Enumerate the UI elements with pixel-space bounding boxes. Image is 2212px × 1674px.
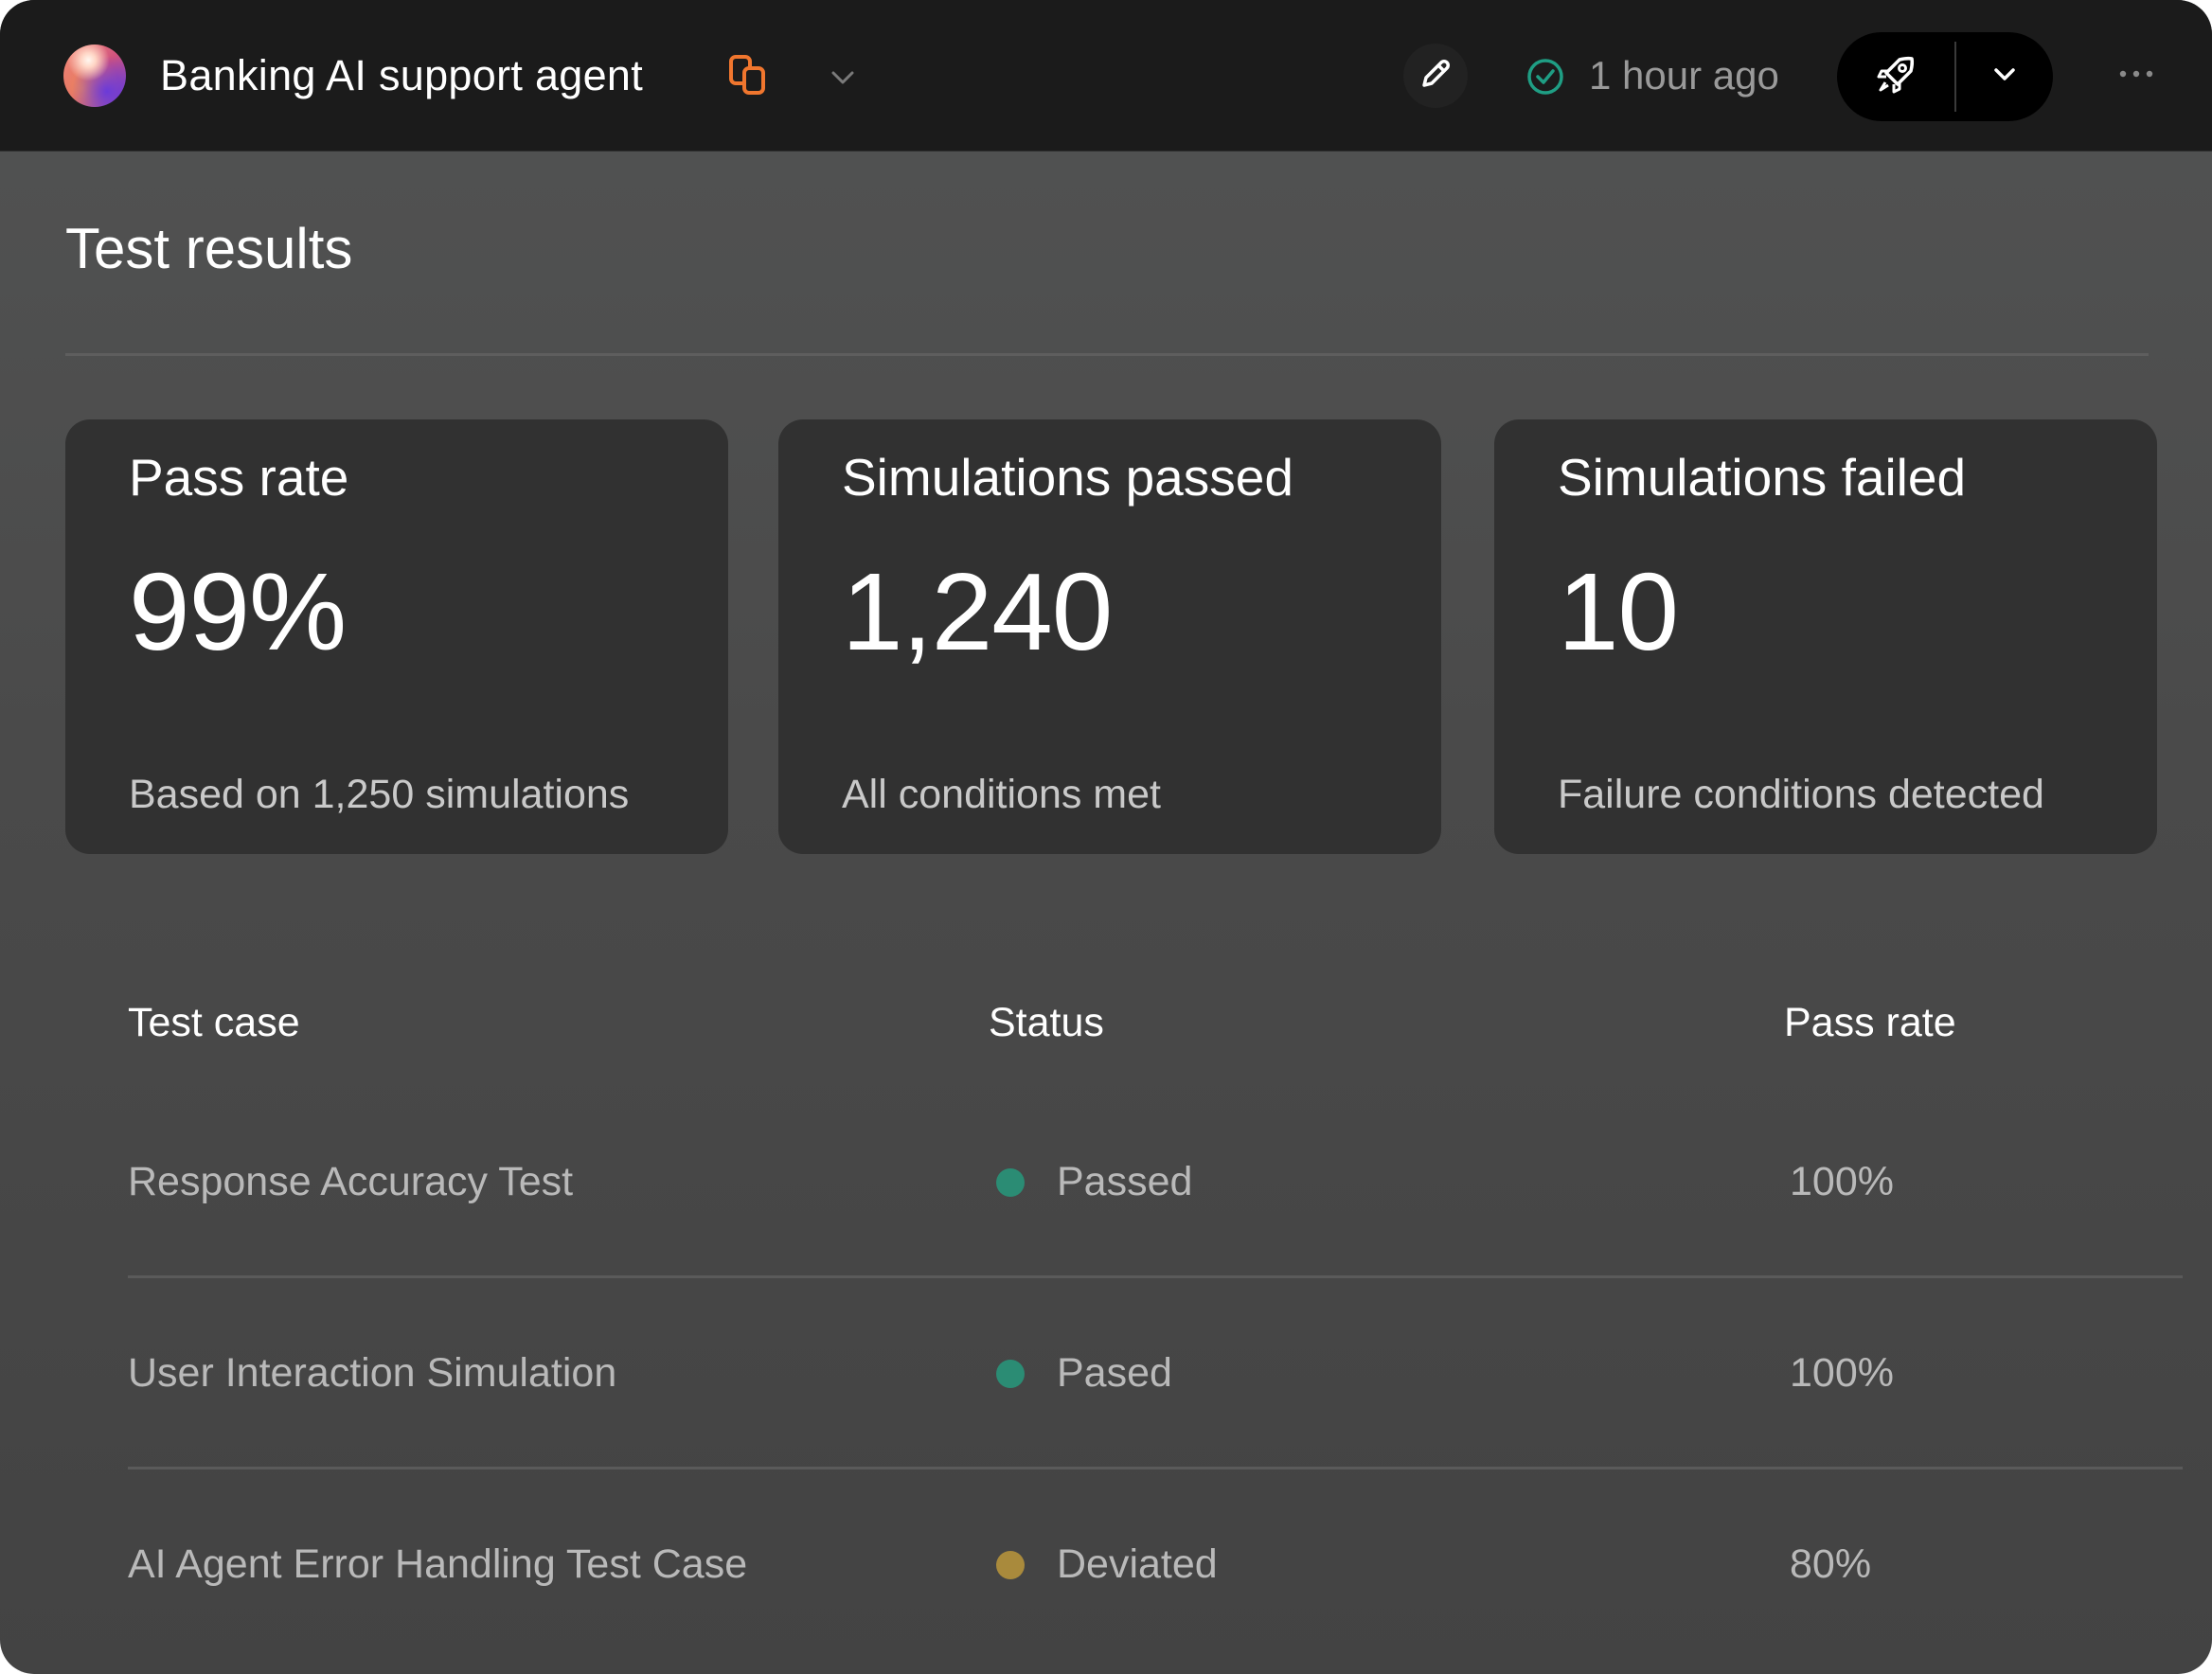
agent-avatar [63,45,126,107]
card-value: 1,240 [842,550,1113,673]
pass-rate-value: 100% [1790,1159,1894,1204]
card-value: 10 [1558,550,1679,673]
status-text: Deviated [1057,1541,1218,1587]
more-options-button[interactable] [2114,53,2159,98]
page-title: Test results [65,217,353,280]
status-dot [996,1551,1025,1579]
card-label: Simulations passed [842,448,1293,507]
table-row[interactable]: Response Accuracy Test Passed 100% [128,1087,2183,1278]
test-case-name: User Interaction Simulation [128,1350,617,1396]
copy-icon[interactable] [725,53,771,98]
stat-card-simulations-passed: Simulations passed 1,240 All conditions … [778,419,1441,854]
deploy-options-button[interactable] [1956,32,2053,121]
last-updated-text: 1 hour ago [1589,53,1779,98]
test-case-name: AI Agent Error Handling Test Case [128,1541,748,1587]
stat-card-simulations-failed: Simulations failed 10 Failure conditions… [1494,419,2157,854]
card-label: Simulations failed [1558,448,1967,507]
edit-button[interactable] [1403,44,1468,108]
deploy-split-button [1837,32,2053,121]
column-header-status[interactable]: Status [989,996,1104,1049]
more-horizontal-icon [2117,67,2155,84]
pass-rate-value: 100% [1790,1350,1894,1396]
status-dot [996,1168,1025,1197]
column-header-pass-rate[interactable]: Pass rate [1784,996,1956,1049]
table-row[interactable]: User Interaction Simulation Pased 100% [128,1278,2183,1469]
chevron-down-icon[interactable] [826,61,860,95]
card-label: Pass rate [129,448,349,507]
card-subtitle: Failure conditions detected [1558,772,2044,817]
deploy-button[interactable] [1837,32,1954,121]
card-subtitle: Based on 1,250 simulations [129,772,630,817]
pencil-icon [1416,54,1455,98]
status-text: Passed [1057,1159,1193,1204]
chevron-down-icon [1989,59,2021,96]
column-header-test-case[interactable]: Test case [128,996,300,1049]
stat-card-pass-rate: Pass rate 99% Based on 1,250 simulations [65,419,728,854]
pass-rate-value: 80% [1790,1541,1872,1587]
check-circle-icon [1525,57,1565,97]
status-text: Pased [1057,1350,1172,1396]
card-subtitle: All conditions met [842,772,1161,817]
status-dot [996,1360,1025,1388]
rocket-icon [1873,52,1918,102]
app-window: Banking AI support agent 1 hour ago Test… [0,0,2212,1674]
divider [65,353,2149,356]
top-bar: Banking AI support agent 1 hour ago [0,0,2212,151]
table-row[interactable]: AI Agent Error Handling Test Case Deviat… [128,1469,2183,1661]
test-case-name: Response Accuracy Test [128,1159,574,1204]
agent-name[interactable]: Banking AI support agent [160,49,643,102]
card-value: 99% [129,550,347,673]
